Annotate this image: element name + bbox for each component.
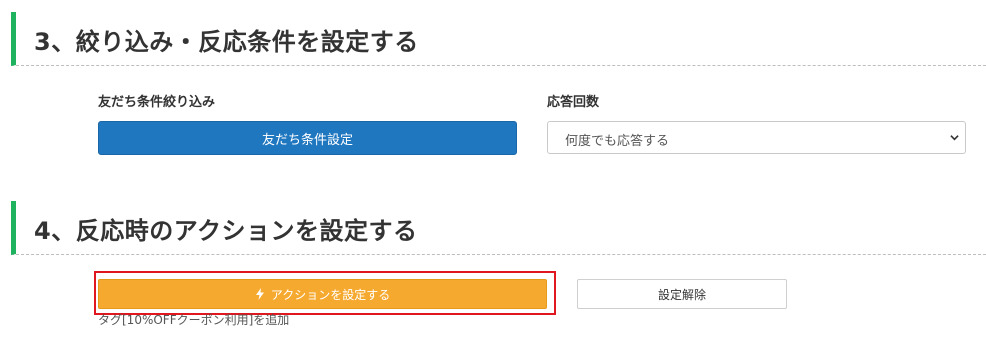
action-summary-text: タグ[10%OFFクーポン利用]を追加 (98, 313, 290, 327)
section-heading-action: 4、反応時のアクションを設定する (11, 201, 986, 255)
set-action-button[interactable]: アクションを設定する (98, 279, 547, 309)
friend-condition-button-label: 友だち条件設定 (261, 132, 353, 148)
section-title-action: 4、反応時のアクションを設定する (34, 217, 418, 245)
chevron-down-icon (950, 135, 959, 141)
response-count-select[interactable]: 何度でも応答する (547, 121, 966, 154)
friend-filter-label: 友だち条件絞り込み (98, 95, 216, 110)
section-title-filter: 3、絞り込み・反応条件を設定する (34, 28, 419, 56)
clear-settings-button[interactable]: 設定解除 (577, 279, 787, 309)
friend-condition-button[interactable]: 友だち条件設定 (98, 121, 517, 155)
response-count-value: 何度でも応答する (565, 134, 670, 149)
section-heading-filter: 3、絞り込み・反応条件を設定する (11, 12, 986, 66)
clear-settings-button-label: 設定解除 (657, 287, 706, 302)
response-count-label: 応答回数 (547, 95, 600, 110)
set-action-button-label: アクションを設定する (270, 287, 391, 302)
lightning-icon (255, 288, 264, 300)
